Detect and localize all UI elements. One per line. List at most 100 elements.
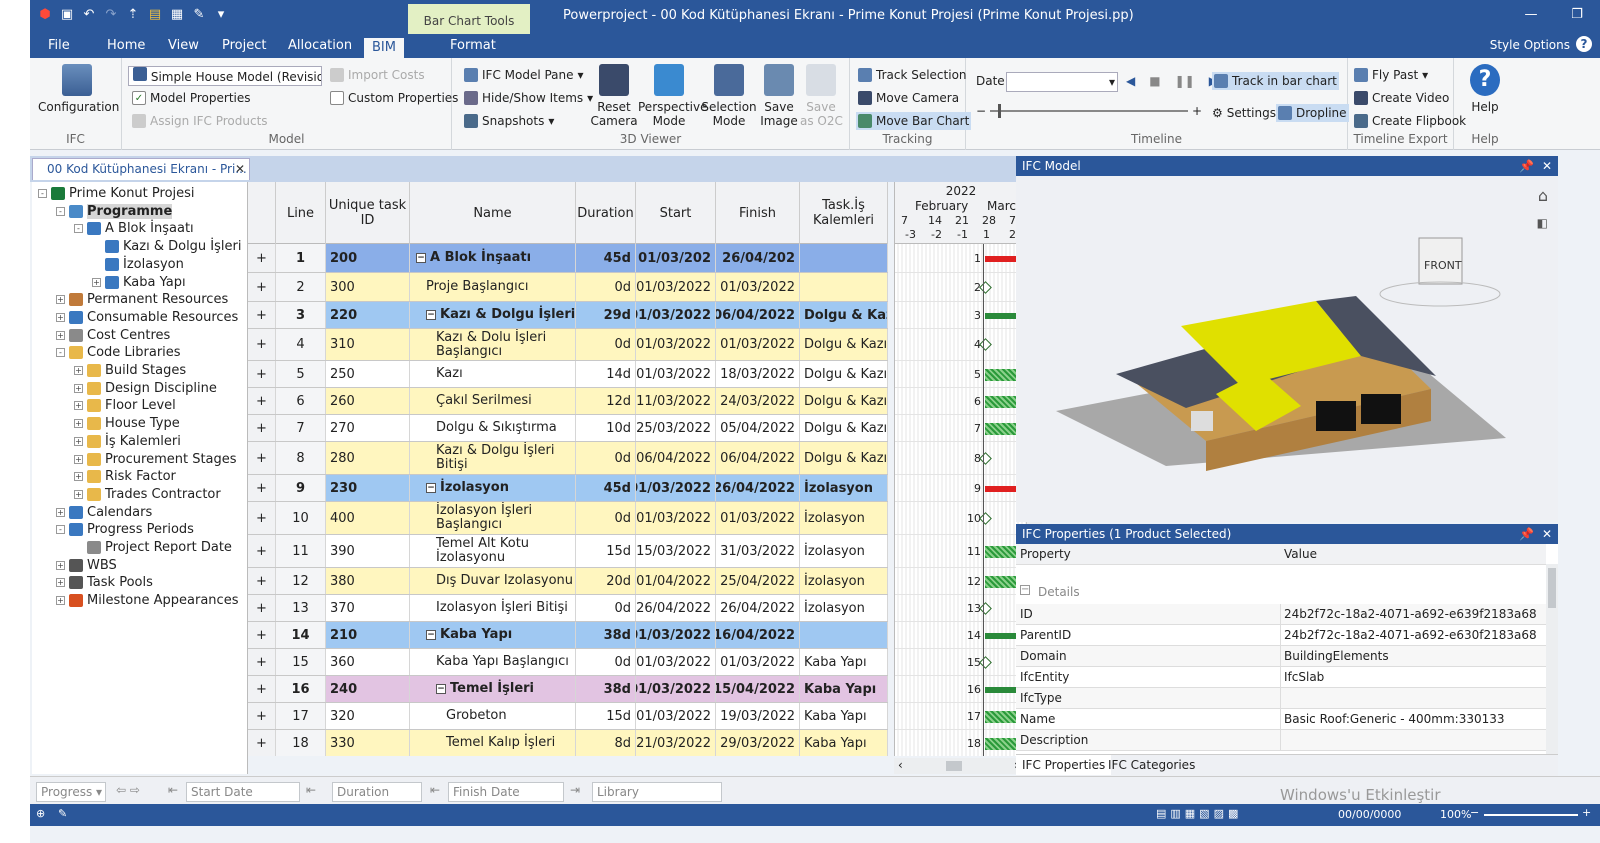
row-expand-icon[interactable]: + (248, 442, 276, 474)
milestone-diamond[interactable] (979, 601, 992, 615)
tree-node[interactable]: Kazı & Dolgu İşleri (92, 238, 241, 255)
property-row[interactable]: Domain BuildingElements (1016, 646, 1546, 667)
row-expand-icon[interactable]: + (248, 535, 276, 567)
help-button[interactable]: ? Help (1464, 64, 1506, 114)
expand-icon[interactable]: + (74, 489, 83, 499)
model-properties-button[interactable]: ✓ Model Properties (132, 91, 251, 105)
cell-kalem[interactable]: Dolgu & Kazı (800, 415, 888, 441)
table-row[interactable]: +6 260 Çakıl Serilmesi 12d 11/03/2022 24/03/2… (248, 388, 888, 415)
collapse-icon[interactable]: - (56, 348, 65, 358)
fly-past-button[interactable]: Fly Past ▾ (1354, 68, 1428, 82)
milestone-diamond[interactable] (979, 655, 992, 669)
cell-finish[interactable]: 31/03/2022 (716, 535, 800, 567)
tab-home[interactable]: Home (107, 38, 145, 53)
tree-node[interactable]: + Kaba Yapı (92, 274, 186, 291)
cell-line[interactable]: 15 (276, 649, 326, 675)
timeline-settings-button[interactable]: ⚙ Settings (1212, 106, 1276, 120)
header-finish[interactable]: Finish (716, 182, 800, 244)
ifc-3d-viewport[interactable]: FRONT ⌂ ◧ (1016, 176, 1558, 522)
save-as-o2c-button[interactable]: Save as O2C (800, 64, 843, 128)
tab-bim[interactable]: BIM (364, 38, 404, 58)
cell-kalem[interactable]: Dolgu & Kazı (800, 442, 888, 474)
collapse-icon[interactable]: − (416, 253, 426, 263)
pin-icon[interactable]: 📌 (1519, 156, 1534, 176)
cell-uid[interactable]: 370 (326, 595, 410, 621)
tree-node[interactable]: + House Type (74, 415, 180, 432)
tree-node[interactable]: Project Report Date (74, 539, 232, 556)
cell-name[interactable]: Izolasyon İşleri Bitişi (410, 595, 576, 621)
cell-start[interactable]: 01/03/2022 (636, 676, 716, 702)
cell-line[interactable]: 14 (276, 622, 326, 648)
table-row[interactable]: +14 210− Kaba Yapı 38d 01/03/2022 16/04/2022 (248, 622, 888, 649)
cell-duration[interactable]: 45d (576, 244, 636, 272)
resource-icon[interactable]: ▦ (168, 6, 186, 24)
cell-uid[interactable]: 200 (326, 244, 410, 272)
gantt-row[interactable]: 6 (895, 388, 1026, 415)
cell-duration[interactable]: 0d (576, 595, 636, 621)
cell-line[interactable]: 13 (276, 595, 326, 621)
tree-node[interactable]: - A Blok İnşaatı (74, 220, 194, 237)
close-icon[interactable]: ✕ (1542, 524, 1552, 544)
cell-kalem[interactable] (800, 244, 888, 272)
close-icon[interactable]: ✕ (235, 159, 245, 179)
expand-icon[interactable]: + (56, 312, 65, 322)
collapse-icon[interactable]: − (426, 483, 436, 493)
header-start[interactable]: Start (636, 182, 716, 244)
progress-filter[interactable]: Progress ▾ (36, 782, 106, 802)
cell-uid[interactable]: 280 (326, 442, 410, 474)
cell-line[interactable]: 11 (276, 535, 326, 567)
header-property[interactable]: Property (1020, 547, 1071, 561)
gantt-row[interactable]: 15 (895, 649, 1026, 676)
tree-node[interactable]: İzolasyon (92, 256, 184, 273)
tree-node[interactable]: + Floor Level (74, 397, 176, 414)
customize-qat-icon[interactable]: ▾ (212, 6, 230, 24)
collapse-icon[interactable]: − (436, 684, 446, 694)
cell-start[interactable]: 01/03/2022 (636, 502, 716, 534)
collapse-icon[interactable]: - (56, 206, 65, 216)
cell-finish[interactable]: 06/04/2022 (716, 442, 800, 474)
zoom-in-icon[interactable]: + (1582, 806, 1591, 819)
tab-view[interactable]: View (168, 38, 199, 53)
cell-finish[interactable]: 24/03/2022 (716, 388, 800, 414)
cell-start[interactable]: 15/03/2022 (636, 535, 716, 567)
cell-line[interactable]: 10 (276, 502, 326, 534)
create-video-button[interactable]: Create Video (1354, 91, 1449, 105)
row-expand-icon[interactable]: + (248, 502, 276, 534)
help-question-icon[interactable]: ? (1576, 36, 1592, 52)
cell-kalem[interactable]: İzolasyon (800, 475, 888, 501)
header-value[interactable]: Value (1284, 547, 1317, 561)
details-section[interactable]: − Details (1016, 582, 1546, 603)
cell-kalem[interactable]: İzolasyon (800, 568, 888, 594)
cell-name[interactable]: − Kazı & Dolgu İşleri (410, 302, 576, 328)
cell-kalem[interactable] (800, 273, 888, 301)
pin-icon[interactable]: 📌 (1519, 524, 1534, 544)
cell-start[interactable]: 01/03/2022 (636, 703, 716, 729)
cell-duration[interactable]: 0d (576, 442, 636, 474)
selection-mode-button[interactable]: Selection Mode (700, 64, 758, 128)
cell-duration[interactable]: 38d (576, 622, 636, 648)
expand-icon[interactable]: + (74, 419, 83, 429)
cell-start[interactable]: 01/03/2022 (636, 329, 716, 360)
cell-line[interactable]: 8 (276, 442, 326, 474)
row-expand-icon[interactable]: + (248, 730, 276, 756)
property-row[interactable]: IfcEntity IfcSlab (1016, 667, 1546, 688)
left-arrow-icon[interactable]: ⇤ (168, 783, 178, 797)
timeline-slider[interactable]: − + (976, 104, 1202, 118)
cell-finish[interactable]: 01/03/2022 (716, 502, 800, 534)
cell-name[interactable]: − İzolasyon (410, 475, 576, 501)
tab-project[interactable]: Project (222, 38, 266, 53)
milestone-diamond[interactable] (979, 338, 992, 351)
tree-node[interactable]: + Design Discipline (74, 380, 217, 397)
expand-icon[interactable]: + (74, 436, 83, 446)
cell-line[interactable]: 16 (276, 676, 326, 702)
scroll-left-icon[interactable]: ‹ (898, 758, 903, 772)
slider-thumb[interactable] (998, 104, 1002, 118)
duration-filter[interactable]: Duration (332, 782, 422, 802)
tree-node[interactable]: + Task Pools (56, 574, 153, 591)
perspective-mode-button[interactable]: Perspective Mode (638, 64, 708, 128)
assign-ifc-products-button[interactable]: Assign IFC Products (132, 114, 268, 128)
row-expand-icon[interactable]: + (248, 415, 276, 441)
tree-node[interactable]: + İş Kalemleri (74, 433, 181, 450)
cell-uid[interactable]: 300 (326, 273, 410, 301)
cell-start[interactable]: 01/04/2022 (636, 568, 716, 594)
